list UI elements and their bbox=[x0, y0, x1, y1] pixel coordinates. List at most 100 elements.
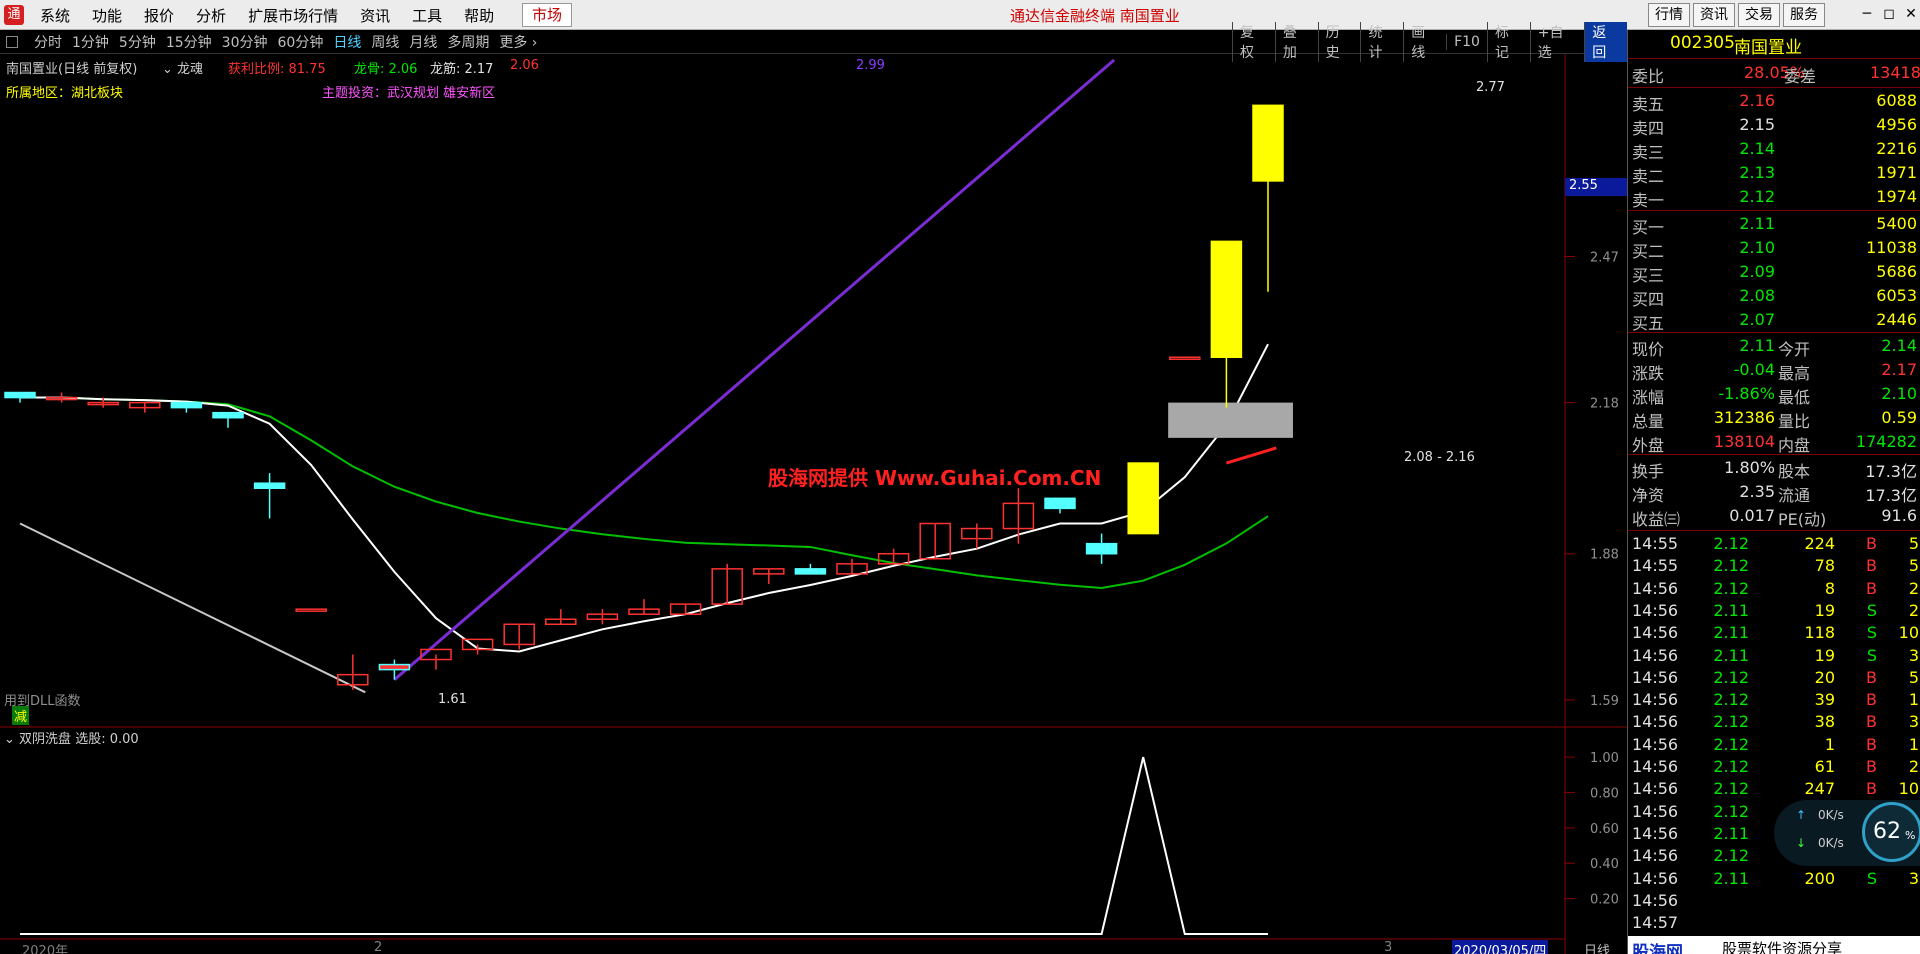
app-window: 通 系统 功能 报价 分析 扩展市场行情 资讯 工具 帮助 市场 通达信金融终端… bbox=[0, 0, 1920, 954]
tick-volume: 19 bbox=[1814, 600, 1835, 620]
tick-time: 14:56 bbox=[1632, 690, 1679, 710]
period-tab-minute[interactable]: 分时 bbox=[34, 32, 62, 52]
period-tab-5min[interactable]: 5分钟 bbox=[119, 32, 156, 52]
close-icon[interactable]: ✕ bbox=[1902, 4, 1920, 24]
reduce-badge: 减 bbox=[12, 706, 30, 725]
minimize-icon[interactable]: ─ bbox=[1858, 4, 1876, 24]
tick-row: 14:57 bbox=[1628, 913, 1920, 935]
bid-volume: 11038 bbox=[1866, 238, 1917, 257]
tick-count: 3 bbox=[1908, 712, 1919, 732]
candle-body bbox=[212, 411, 244, 419]
tick-side: B bbox=[1866, 712, 1877, 732]
ask-price: 2.16 bbox=[1739, 91, 1775, 110]
stat-value: 2.11 bbox=[1739, 336, 1775, 355]
menu-item-quote[interactable]: 报价 bbox=[134, 5, 184, 26]
ask-price: 2.12 bbox=[1739, 187, 1775, 206]
fund-label: 换手 bbox=[1632, 462, 1665, 481]
market-button[interactable]: 市场 bbox=[522, 3, 572, 27]
period-tab-monthly[interactable]: 月线 bbox=[409, 32, 437, 52]
candle-body bbox=[1210, 240, 1243, 359]
period-tab-multi[interactable]: 多周期 bbox=[447, 32, 489, 52]
tick-price: 2.11 bbox=[1713, 868, 1749, 888]
bid-label: 买五 bbox=[1632, 314, 1665, 333]
tick-row: 14:56 2.11 19 S 3 bbox=[1628, 646, 1920, 668]
period-tab-60min[interactable]: 60分钟 bbox=[278, 32, 324, 52]
fund-label: 股本 bbox=[1778, 462, 1811, 481]
x-label-feb: 2 bbox=[374, 940, 383, 954]
top-right-buttons: 行情 资讯 交易 服务 bbox=[1648, 3, 1825, 27]
period-tab-more[interactable]: 更多 › bbox=[499, 32, 537, 52]
price-axis-label: 1.59 bbox=[1590, 694, 1619, 709]
fund-value: 2.35 bbox=[1739, 482, 1775, 501]
ask-row: 卖一 2.12 1974 bbox=[1628, 186, 1920, 210]
menu-item-help[interactable]: 帮助 bbox=[454, 5, 504, 26]
trade-tab-button[interactable]: 交易 bbox=[1738, 3, 1780, 27]
candle-body bbox=[295, 608, 327, 612]
candle-body bbox=[4, 391, 36, 399]
tick-time: 14:56 bbox=[1632, 823, 1679, 843]
x-label-mar: 3 bbox=[1384, 940, 1393, 954]
low-label: 1.61 bbox=[438, 692, 467, 707]
kline-chart[interactable]: 1.00 0.80 0.60 0.40 0.20 2.47 2.18 1.88 1.59 bbox=[0, 54, 1627, 954]
candle-body bbox=[253, 482, 286, 489]
menu-item-analysis[interactable]: 分析 bbox=[186, 5, 236, 26]
grey-trend-line bbox=[19, 522, 366, 694]
maximize-icon[interactable]: ◻ bbox=[1880, 4, 1898, 24]
period-tab-1min[interactable]: 1分钟 bbox=[72, 32, 109, 52]
tick-time: 14:56 bbox=[1632, 667, 1679, 687]
sub-axis-label: 1.00 bbox=[1590, 751, 1619, 766]
tick-volume: 61 bbox=[1814, 757, 1835, 776]
menu-item-info[interactable]: 资讯 bbox=[350, 5, 400, 26]
tick-row: 14:56 2.12 1 B 1 bbox=[1628, 735, 1920, 757]
stat-label: 总量 bbox=[1632, 412, 1665, 431]
stat-label: 现价 bbox=[1632, 340, 1665, 359]
stat-value: 2.10 bbox=[1881, 384, 1917, 403]
menu-item-ext-market[interactable]: 扩展市场行情 bbox=[238, 5, 348, 26]
longjin-value-2: 2.06 bbox=[510, 58, 539, 73]
period-tab-weekly[interactable]: 周线 bbox=[371, 32, 399, 52]
stat-row: 涨幅 -1.86% 最低 2.10 bbox=[1628, 383, 1920, 407]
ask-volume: 1974 bbox=[1876, 187, 1917, 206]
tick-time: 14:55 bbox=[1632, 556, 1679, 576]
tick-side: B bbox=[1866, 734, 1877, 754]
bid-price: 2.09 bbox=[1739, 262, 1775, 281]
menu-item-tools[interactable]: 工具 bbox=[402, 5, 452, 26]
period-tab-15min[interactable]: 15分钟 bbox=[166, 32, 212, 52]
tick-price: 2.12 bbox=[1713, 712, 1749, 732]
sub-indicator-pane: 1.00 0.80 0.60 0.40 0.20 bbox=[20, 751, 1619, 935]
bid-label: 买一 bbox=[1632, 218, 1665, 237]
high-label: 2.77 bbox=[1476, 80, 1505, 95]
site-banner[interactable]: 股海网 股票软件资源分享 bbox=[1628, 936, 1920, 954]
sub-axis-label: 0.20 bbox=[1590, 893, 1619, 908]
tick-price: 2.11 bbox=[1713, 600, 1749, 620]
theme-info: 主题投资：武汉规划 雄安新区 bbox=[322, 86, 496, 101]
watermark-text: 股海网提供 Www.Guhai.Com.CN bbox=[768, 466, 1102, 490]
quote-tab-button[interactable]: 行情 bbox=[1648, 3, 1690, 27]
app-logo-icon: 通 bbox=[4, 5, 24, 25]
panel-toggle-icon[interactable] bbox=[6, 36, 18, 48]
stat-label: 涨幅 bbox=[1632, 388, 1665, 407]
indicator-selector[interactable]: ⌄ 龙魂 bbox=[162, 58, 203, 77]
tick-count: 5 bbox=[1908, 556, 1919, 576]
period-label: 日线 bbox=[1584, 944, 1611, 954]
period-tab-daily[interactable]: 日线 bbox=[333, 32, 361, 52]
sub-axis-label: 0.40 bbox=[1590, 857, 1619, 872]
tick-price: 2.11 bbox=[1713, 645, 1749, 665]
service-tab-button[interactable]: 服务 bbox=[1783, 3, 1825, 27]
tick-side: B bbox=[1866, 556, 1877, 576]
window-title: 通达信金融终端 南国置业 bbox=[1010, 7, 1180, 25]
tick-time: 14:56 bbox=[1632, 623, 1679, 643]
menu-item-function[interactable]: 功能 bbox=[82, 5, 132, 26]
tick-side: B bbox=[1866, 690, 1877, 710]
banner-site: 股海网 bbox=[1632, 943, 1683, 954]
fund-label: 流通 bbox=[1778, 486, 1811, 505]
info-tab-button[interactable]: 资讯 bbox=[1693, 3, 1735, 27]
sub-indicator-line bbox=[20, 756, 1268, 935]
menu-item-system[interactable]: 系统 bbox=[30, 5, 80, 26]
tool-f10[interactable]: F10 bbox=[1446, 34, 1487, 50]
tick-time: 14:56 bbox=[1632, 734, 1679, 754]
period-tab-30min[interactable]: 30分钟 bbox=[222, 32, 268, 52]
net-speed-widget[interactable]: ↑ 0K/s ↓ 0K/s 62 % bbox=[1774, 800, 1920, 866]
tick-price: 2.12 bbox=[1713, 734, 1749, 754]
tick-price: 2.12 bbox=[1713, 757, 1749, 776]
